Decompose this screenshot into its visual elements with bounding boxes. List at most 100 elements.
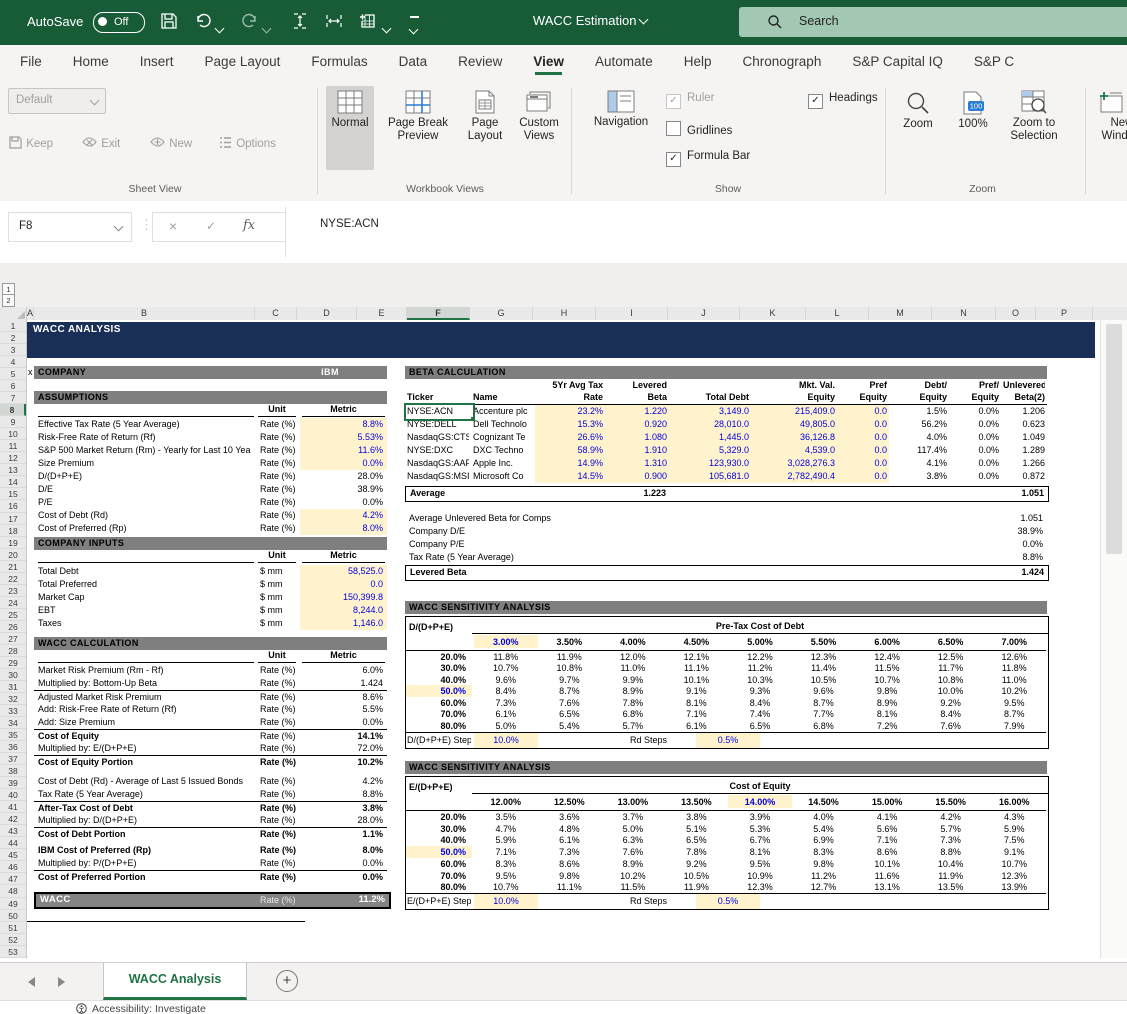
wacc-calc-row-1-3-value[interactable]: 28.0%: [300, 814, 387, 827]
sensitivity-2-cell-1-8[interactable]: 5.9%: [982, 824, 1046, 834]
wacc-calc-row-1-4-value[interactable]: 1.1%: [300, 828, 387, 841]
beta-cell-1-3[interactable]: 0.920: [605, 419, 667, 429]
sensitivity-2-cell-5-4[interactable]: 10.9%: [728, 871, 792, 881]
row-header-51[interactable]: 51: [0, 922, 26, 934]
row-header-24[interactable]: 24: [0, 597, 26, 609]
row-header-36[interactable]: 36: [0, 741, 26, 753]
sensitivity-2-cell-0-4[interactable]: 3.9%: [728, 812, 792, 822]
sensitivity-2-row-header-1[interactable]: 30.0%: [406, 823, 466, 835]
wacc-calc-row-0-7-value[interactable]: 10.2%: [300, 756, 387, 769]
sensitivity-1-col-header-2[interactable]: 4.00%: [601, 635, 665, 648]
sensitivity-1-cell-3-4[interactable]: 9.3%: [728, 686, 792, 696]
assumption-row-5-value[interactable]: 38.9%: [300, 483, 387, 496]
sensitivity-2-cell-3-5[interactable]: 8.3%: [792, 847, 856, 857]
sensitivity-1-col-header-1[interactable]: 3.50%: [538, 635, 602, 648]
assumption-row-6-value[interactable]: 0.0%: [300, 496, 387, 509]
beta-cell-1-1[interactable]: Dell Technolo: [471, 419, 533, 429]
beta-cell-2-7[interactable]: 4.0%: [889, 432, 947, 442]
sensitivity-2-cell-4-8[interactable]: 10.7%: [982, 859, 1046, 869]
column-header-I[interactable]: I: [596, 307, 668, 320]
sensitivity-2-cell-4-3[interactable]: 9.2%: [665, 859, 729, 869]
wacc-calc-row-2-1[interactable]: Multiplied by: P/(D+P+E)Rate (%)0.0%: [34, 857, 387, 870]
company-input-row-3-value[interactable]: 8,244.0: [300, 604, 387, 617]
beta-cell-3-4[interactable]: 5,329.0: [669, 445, 749, 455]
assumption-row-7[interactable]: Cost of Debt (Rd)Rate (%)4.2%: [34, 509, 387, 522]
sensitivity-2-cell-3-4[interactable]: 8.1%: [728, 847, 792, 857]
beta-cell-4-9[interactable]: 1.266: [1001, 458, 1045, 468]
sensitivity-2-cell-6-5[interactable]: 12.7%: [792, 882, 856, 892]
sensitivity-2-col-header-4[interactable]: 14.00%: [728, 795, 792, 808]
wacc-calc-row-1-0[interactable]: Cost of Debt (Rd) - Average of Last 5 Is…: [34, 775, 387, 788]
formula-input[interactable]: NYSE:ACN: [320, 218, 379, 230]
row-header-14[interactable]: 14: [0, 476, 26, 488]
sensitivity-1-cell-2-7[interactable]: 10.8%: [919, 675, 983, 685]
wacc-calc-row-1-1-value[interactable]: 8.8%: [300, 788, 387, 801]
column-header-N[interactable]: N: [932, 307, 996, 320]
row-header-33[interactable]: 33: [0, 705, 26, 717]
row-header-21[interactable]: 21: [0, 561, 26, 573]
sensitivity-2-row-header-5[interactable]: 70.0%: [406, 870, 466, 882]
sensitivity-2-cell-2-0[interactable]: 5.9%: [474, 835, 538, 845]
company-input-row-1[interactable]: Total Preferred$ mm0.0: [34, 578, 387, 591]
sensitivity-1-cell-2-4[interactable]: 10.3%: [728, 675, 792, 685]
column-header-F[interactable]: F: [407, 307, 470, 320]
beta-cell-3-9[interactable]: 1.289: [1001, 445, 1045, 455]
beta-cell-0-2[interactable]: 23.2%: [535, 406, 603, 416]
column-header-O[interactable]: O: [996, 307, 1036, 320]
beta-cell-5-5[interactable]: 2,782,490.4: [751, 471, 835, 481]
row-header-12[interactable]: 12: [0, 452, 26, 464]
wacc-calc-row-1-3[interactable]: Multiplied by: D/(D+P+E)Rate (%)28.0%: [34, 814, 387, 827]
beta-cell-3-5[interactable]: 4,539.0: [751, 445, 835, 455]
sensitivity-1-cell-5-4[interactable]: 7.4%: [728, 709, 792, 719]
row-header-18[interactable]: 18: [0, 525, 26, 537]
row-header-39[interactable]: 39: [0, 777, 26, 789]
sensitivity-1-cell-1-8[interactable]: 11.8%: [982, 663, 1046, 673]
column-header-E[interactable]: E: [357, 307, 407, 320]
sensitivity-2-cell-1-0[interactable]: 4.7%: [474, 824, 538, 834]
row-header-38[interactable]: 38: [0, 765, 26, 777]
sensitivity-1-row-header-0[interactable]: 20.0%: [406, 651, 466, 662]
ribbon-tab-insert[interactable]: Insert: [140, 45, 174, 75]
beta-cell-3-6[interactable]: 0.0: [837, 445, 887, 455]
sensitivity-2-cell-4-6[interactable]: 10.1%: [855, 859, 919, 869]
wacc-calc-row-0-5[interactable]: Cost of EquityRate (%)14.1%: [34, 729, 387, 743]
beta-cell-3-7[interactable]: 117.4%: [889, 445, 947, 455]
beta-cell-2-2[interactable]: 26.6%: [535, 432, 603, 442]
wacc-calc-row-1-4[interactable]: Cost of Debt PortionRate (%)1.1%: [34, 827, 387, 841]
sensitivity-2-col-header-5[interactable]: 14.50%: [792, 795, 856, 808]
zoom-button[interactable]: Zoom: [893, 86, 943, 170]
sensitivity-2-cell-6-4[interactable]: 12.3%: [728, 882, 792, 892]
row-header-37[interactable]: 37: [0, 753, 26, 765]
sensitivity-1-col-header-0[interactable]: 3.00%: [474, 635, 538, 648]
ribbon-tab-automate[interactable]: Automate: [595, 45, 653, 75]
row-header-50[interactable]: 50: [0, 910, 26, 922]
sensitivity-2-cell-4-5[interactable]: 9.8%: [792, 859, 856, 869]
sensitivity-1-cell-2-8[interactable]: 11.0%: [982, 675, 1046, 685]
beta-cell-0-7[interactable]: 1.5%: [889, 406, 947, 416]
assumption-row-3-value[interactable]: 0.0%: [300, 457, 387, 470]
row-header-49[interactable]: 49: [0, 898, 26, 910]
sensitivity-1-cell-6-2[interactable]: 5.7%: [601, 721, 665, 731]
beta-cell-5-6[interactable]: 0.0: [837, 471, 887, 481]
sensitivity-2-cell-5-6[interactable]: 11.6%: [855, 871, 919, 881]
beta-cell-2-4[interactable]: 1,445.0: [669, 432, 749, 442]
beta-cell-1-4[interactable]: 28,010.0: [669, 419, 749, 429]
beta-cell-3-0[interactable]: NYSE:DXC: [405, 445, 469, 455]
page-layout-view-button[interactable]: Page Layout: [461, 86, 509, 170]
beta-cell-0-8[interactable]: 0.0%: [949, 406, 999, 416]
sensitivity-1-rd-value[interactable]: 0.5%: [696, 733, 760, 748]
sensitivity-1-row-header-5[interactable]: 70.0%: [406, 708, 466, 719]
autosave-toggle[interactable]: Off: [93, 12, 145, 33]
sensitivity-2-col-header-6[interactable]: 15.00%: [855, 795, 919, 808]
sensitivity-2-cell-6-7[interactable]: 13.5%: [919, 882, 983, 892]
row-header-7[interactable]: 7: [0, 392, 26, 404]
beta-cell-3-2[interactable]: 58.9%: [535, 445, 603, 455]
sensitivity-1-cell-0-4[interactable]: 12.2%: [728, 652, 792, 662]
sensitivity-1-cell-5-2[interactable]: 6.8%: [601, 709, 665, 719]
sensitivity-2-cell-2-3[interactable]: 6.5%: [665, 835, 729, 845]
accessibility-status[interactable]: Accessibility: Investigate: [92, 1003, 206, 1014]
new-sheet-button[interactable]: +: [276, 970, 298, 992]
sensitivity-2-cell-2-8[interactable]: 7.5%: [982, 835, 1046, 845]
undo-icon[interactable]: [194, 12, 214, 32]
sensitivity-2-row-header-6[interactable]: 80.0%: [406, 881, 466, 893]
